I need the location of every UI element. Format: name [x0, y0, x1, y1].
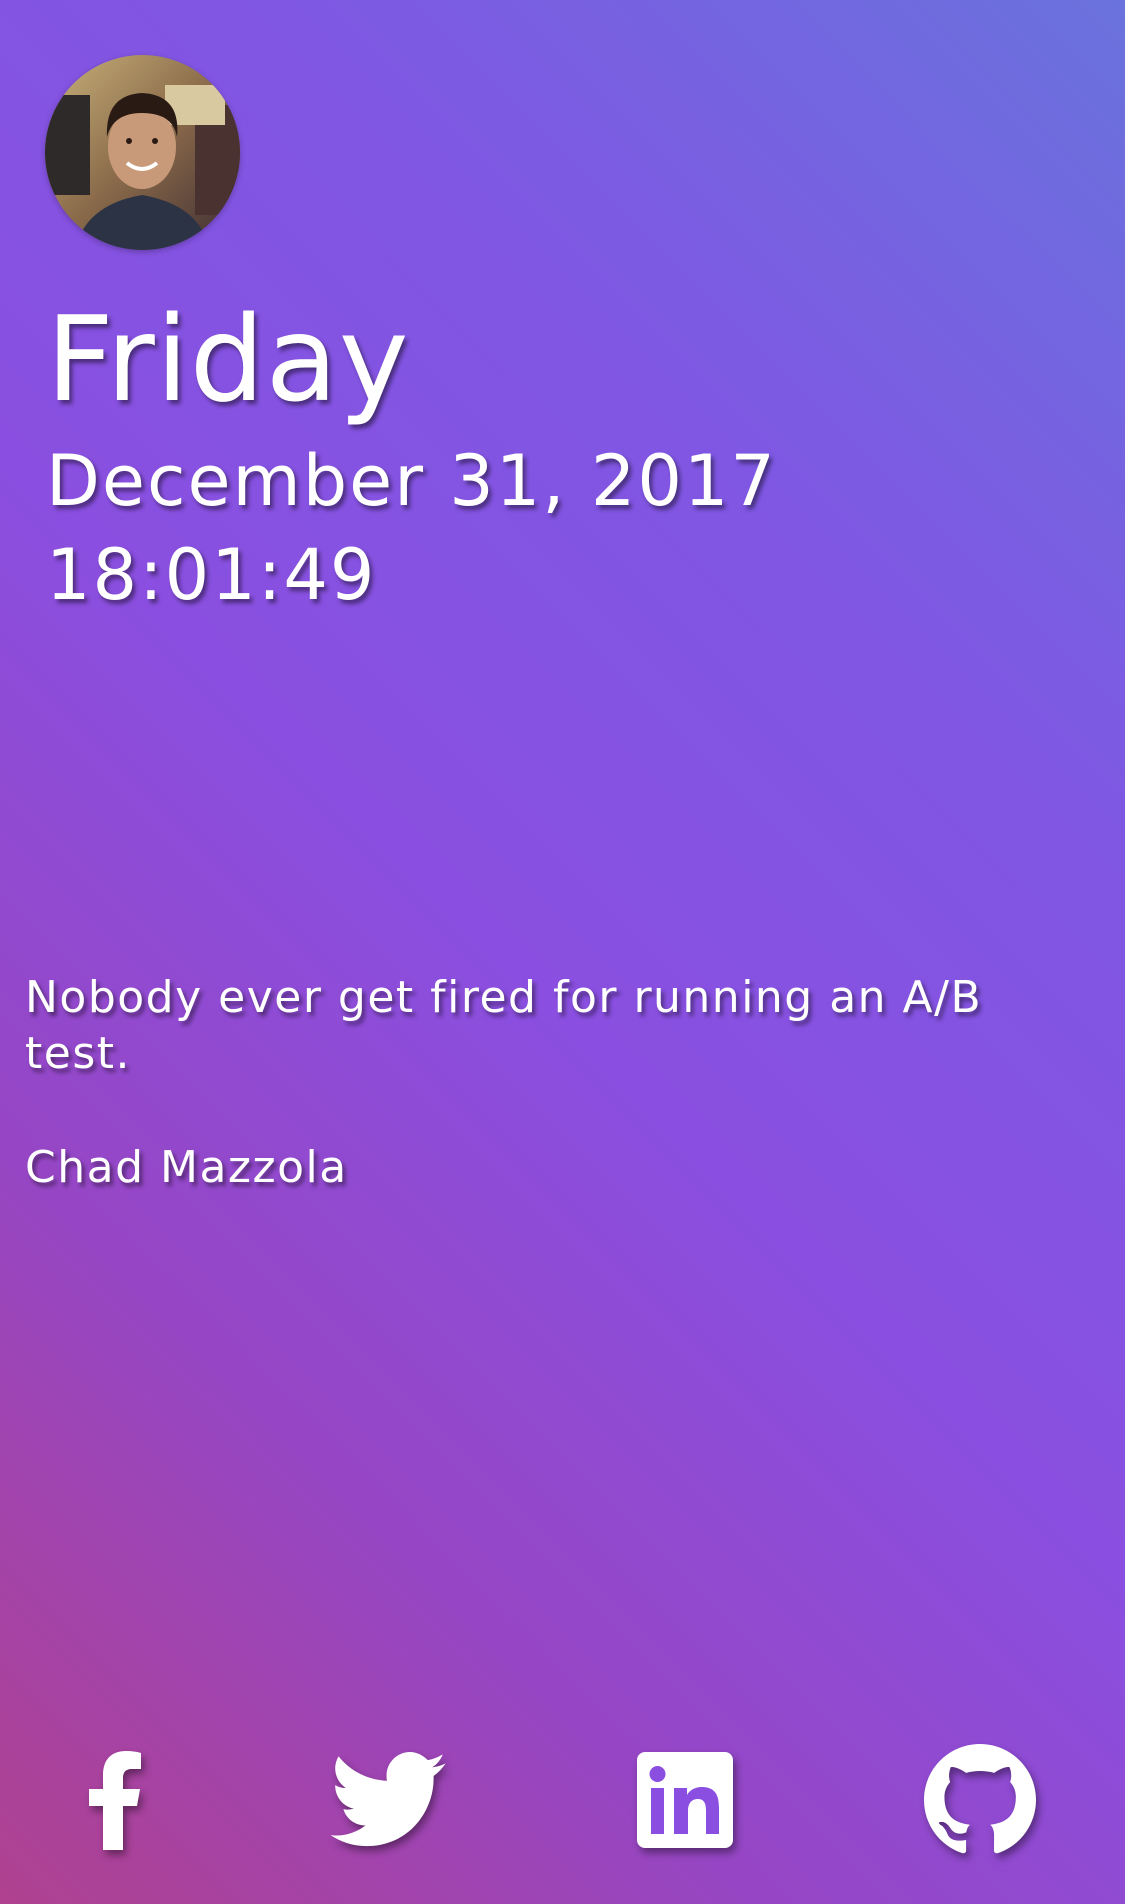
linkedin-icon: [637, 1752, 733, 1848]
facebook-link[interactable]: [70, 1745, 160, 1855]
github-link[interactable]: [920, 1744, 1040, 1855]
twitter-icon: [329, 1752, 446, 1847]
time-label: 18:01:49: [46, 534, 377, 616]
github-icon: [924, 1744, 1036, 1854]
profile-photo: [45, 55, 240, 250]
facebook-icon: [89, 1751, 141, 1850]
date-label: December 31, 2017: [46, 440, 777, 522]
avatar: [45, 55, 240, 250]
quote-text: Nobody ever get fired for running an A/B…: [25, 972, 983, 1079]
day-label: Friday: [46, 290, 410, 428]
quote-author: Chad Mazzola: [25, 1142, 348, 1193]
linkedin-link[interactable]: [630, 1745, 740, 1855]
twitter-link[interactable]: [325, 1745, 450, 1855]
